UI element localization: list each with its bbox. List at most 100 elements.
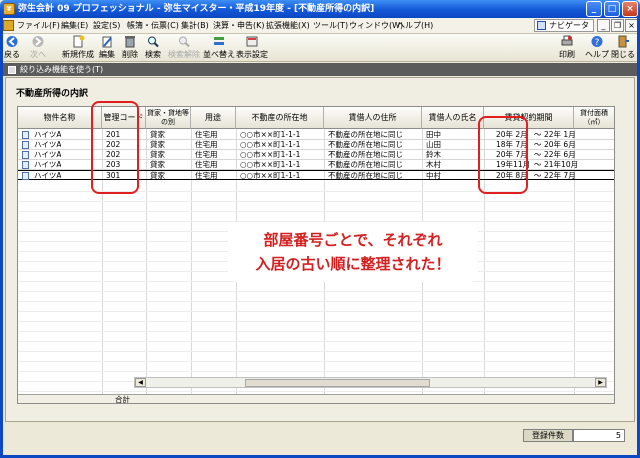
cell-usage: 住宅用 (195, 140, 218, 149)
new-button[interactable]: 新規作成 (62, 35, 94, 60)
window-title: 弥生会計 09 プロフェッショナル - 弥生マイスター・平成19年度 - [不動… (18, 4, 375, 14)
cell-location: ○○市××町1-1-1 (240, 130, 301, 139)
help-icon: ? (591, 36, 603, 48)
record-count-label: 登録件数 (523, 429, 573, 442)
cell-tenant-name: 鈴木 (426, 150, 441, 159)
cell-name: ハイツA (34, 140, 62, 149)
search-cancel-button[interactable]: 検索解除 (168, 35, 200, 60)
delete-button[interactable]: 削除 (122, 35, 138, 60)
cell-name: ハイツA (34, 130, 62, 139)
next-button[interactable]: 次へ (30, 35, 46, 60)
menu-help[interactable]: ヘルプ(H) (397, 20, 433, 31)
cell-tenant-name: 山田 (426, 140, 441, 149)
display-settings-button[interactable]: 表示設定 (236, 35, 268, 60)
row-document-icon (22, 151, 29, 159)
filter-checkbox[interactable] (8, 66, 16, 74)
header-tenant-address[interactable]: 賃借人の住所 (324, 107, 422, 129)
horizontal-scrollbar[interactable]: ◀ ▶ (134, 377, 607, 388)
cell-tenant-name: 田中 (426, 130, 441, 139)
menu-summary[interactable]: 集計(B) (181, 20, 209, 31)
total-row: 合計 (18, 394, 614, 404)
empty-row-line (18, 341, 614, 342)
minimize-button[interactable]: _ (586, 1, 602, 17)
maximize-button[interactable]: □ (604, 1, 620, 17)
sort-label: 並べ替え (203, 50, 235, 59)
menu-extensions[interactable]: 拡張機能(X) (266, 20, 310, 31)
search-button[interactable]: 検索 (145, 35, 161, 60)
close-tool-button[interactable]: 閉じる (611, 35, 635, 60)
cell-location: ○○市××町1-1-1 (240, 140, 301, 149)
scroll-thumb[interactable] (245, 379, 430, 387)
cell-type: 貸家 (150, 150, 165, 159)
edit-pencil-icon (102, 36, 112, 48)
annotation-callout: 部屋番号ごとで、それぞれ 入居の古い順に整理された！ (228, 222, 478, 282)
next-label: 次へ (30, 50, 46, 59)
back-arrow-icon (6, 36, 18, 47)
menu-tools[interactable]: ツール(T) (313, 20, 348, 31)
window-frame-left (0, 18, 3, 458)
cell-usage: 住宅用 (195, 130, 218, 139)
printer-icon (561, 35, 573, 46)
menu-bar: ファイル(F) 編集(E) 設定(S) 帳簿・伝票(C) 集計(B) 決算・申告… (0, 18, 640, 34)
toolbar: 戻る 次へ 新規作成 編集 削除 検索 検索解除 並べ替え 表示設定 印刷 ? … (0, 34, 640, 62)
cell-name: ハイツA (34, 171, 62, 180)
display-settings-icon (246, 36, 258, 47)
row-document-icon (22, 141, 29, 149)
header-name[interactable]: 物件名称 (18, 107, 102, 129)
cell-sep: ～ (534, 160, 542, 169)
sort-icon (214, 37, 224, 45)
cell-to: 22年 7月 (544, 171, 576, 180)
doc-restore-button[interactable]: ❐ (611, 19, 624, 32)
empty-row-line (18, 311, 614, 312)
header-tenant-name[interactable]: 賃借人の氏名 (422, 107, 484, 129)
navigator-button[interactable]: ナビゲータ (534, 19, 594, 32)
print-button[interactable]: 印刷 (559, 35, 575, 60)
empty-row-line (18, 361, 614, 362)
window-controls: _ □ × (586, 1, 638, 17)
total-label: 合計 (115, 395, 130, 404)
cell-sep: ～ (534, 130, 542, 139)
header-area[interactable]: 貸付面積（㎡） (574, 107, 614, 129)
menu-window[interactable]: ウィンドウ(W) (349, 20, 403, 31)
back-button[interactable]: 戻る (4, 35, 20, 60)
cell-usage: 住宅用 (195, 150, 218, 159)
empty-row-line (18, 351, 614, 352)
print-label: 印刷 (559, 50, 575, 59)
document-icon[interactable] (3, 20, 14, 31)
delete-label: 削除 (122, 50, 138, 59)
cell-usage: 住宅用 (195, 160, 218, 169)
menu-closing[interactable]: 決算・申告(K) (213, 20, 265, 31)
row-document-icon (22, 161, 29, 169)
close-button[interactable]: × (622, 1, 638, 17)
menu-settings[interactable]: 設定(S) (93, 20, 120, 31)
sort-button[interactable]: 並べ替え (203, 35, 235, 60)
scroll-right-icon[interactable]: ▶ (595, 378, 606, 387)
menu-file[interactable]: ファイル(F) (17, 20, 60, 31)
search-cancel-icon (179, 36, 190, 48)
app-icon: ¥ (3, 3, 15, 15)
trash-icon (125, 36, 135, 48)
cell-tenant-address: 不動産の所在地に同じ (328, 150, 403, 159)
header-location[interactable]: 不動産の所在地 (236, 107, 324, 129)
menu-ledger[interactable]: 帳簿・伝票(C) (127, 20, 179, 31)
status-bar: 登録件数 5 (0, 422, 640, 458)
filter-label[interactable]: 絞り込み機能を使う(T) (20, 65, 103, 74)
close-door-icon (618, 35, 629, 48)
cell-tenant-address: 不動産の所在地に同じ (328, 130, 403, 139)
back-label: 戻る (4, 50, 20, 59)
cell-sep: ～ (534, 140, 542, 149)
cell-location: ○○市××町1-1-1 (240, 150, 301, 159)
header-type[interactable]: 貸家・貸地等の別 (146, 107, 191, 129)
search-icon (148, 36, 159, 48)
menu-edit[interactable]: 編集(E) (61, 20, 88, 31)
cell-sep: ～ (534, 171, 542, 180)
cell-location: ○○市××町1-1-1 (240, 171, 301, 180)
empty-row-line (18, 331, 614, 332)
doc-minimize-button[interactable]: _ (597, 19, 610, 32)
cell-name: ハイツA (34, 150, 62, 159)
callout-line-1: 部屋番号ごとで、それぞれ (263, 231, 443, 249)
scroll-left-icon[interactable]: ◀ (135, 378, 146, 387)
header-usage[interactable]: 用途 (191, 107, 236, 129)
edit-button[interactable]: 編集 (99, 35, 115, 60)
help-button[interactable]: ? ヘルプ (585, 35, 609, 60)
